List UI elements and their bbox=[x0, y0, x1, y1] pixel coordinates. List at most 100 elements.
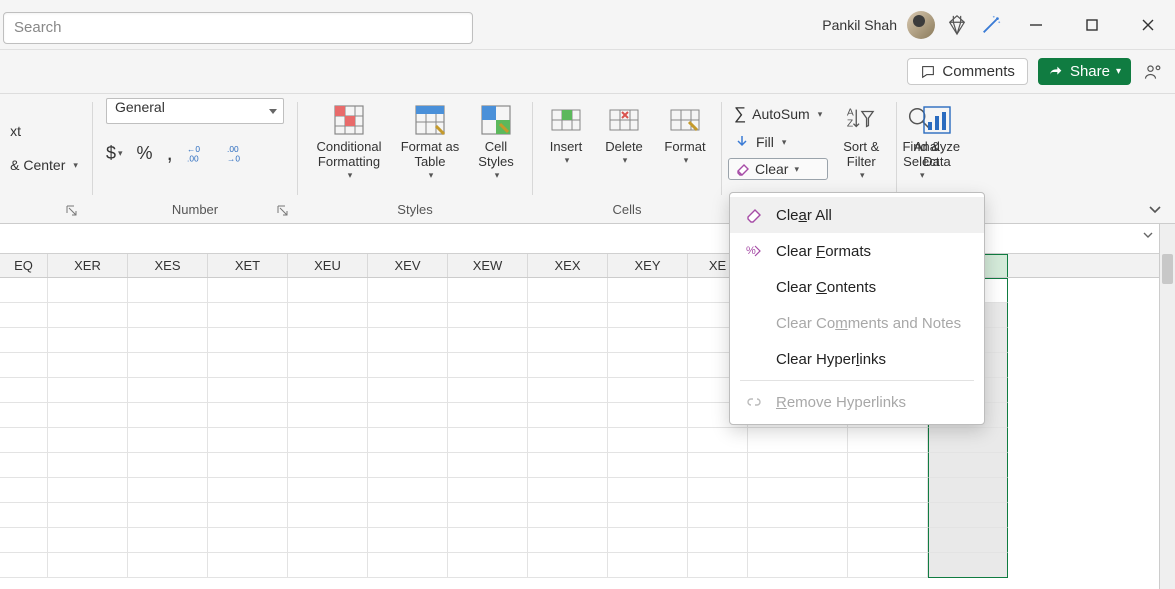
comments-button[interactable]: Comments bbox=[907, 58, 1028, 85]
cell[interactable] bbox=[0, 528, 48, 553]
insert-button[interactable]: Insert ▾ bbox=[541, 98, 591, 165]
cell[interactable] bbox=[208, 353, 288, 378]
cell[interactable] bbox=[368, 353, 448, 378]
cell[interactable] bbox=[208, 553, 288, 578]
cell[interactable] bbox=[128, 303, 208, 328]
cell[interactable] bbox=[928, 453, 1008, 478]
dialog-launcher-icon[interactable] bbox=[277, 205, 291, 219]
column-header[interactable]: XET bbox=[208, 254, 288, 277]
cell[interactable] bbox=[128, 353, 208, 378]
cell[interactable] bbox=[128, 328, 208, 353]
vertical-scrollbar[interactable] bbox=[1159, 224, 1175, 589]
comma-format-button[interactable]: , bbox=[167, 140, 173, 166]
number-format-select[interactable]: General bbox=[106, 98, 284, 124]
cell[interactable] bbox=[128, 428, 208, 453]
cell[interactable] bbox=[608, 278, 688, 303]
cell[interactable] bbox=[688, 553, 748, 578]
cell[interactable] bbox=[448, 553, 528, 578]
cell[interactable] bbox=[528, 478, 608, 503]
cell[interactable] bbox=[368, 428, 448, 453]
cell[interactable] bbox=[48, 428, 128, 453]
decrease-decimal-button[interactable]: .00→0 bbox=[227, 142, 253, 164]
minimize-button[interactable] bbox=[1013, 9, 1059, 41]
cell[interactable] bbox=[48, 453, 128, 478]
cell[interactable] bbox=[128, 553, 208, 578]
cell[interactable] bbox=[448, 378, 528, 403]
diamond-icon[interactable] bbox=[945, 13, 969, 37]
cell[interactable] bbox=[368, 328, 448, 353]
cell[interactable] bbox=[368, 278, 448, 303]
delete-button[interactable]: Delete ▾ bbox=[597, 98, 651, 165]
cell[interactable] bbox=[288, 278, 368, 303]
cell[interactable] bbox=[48, 328, 128, 353]
cell[interactable] bbox=[208, 378, 288, 403]
formula-bar[interactable] bbox=[0, 224, 1175, 254]
cell[interactable] bbox=[48, 528, 128, 553]
coauthor-icon[interactable] bbox=[1141, 60, 1165, 84]
cell[interactable] bbox=[748, 503, 848, 528]
wand-icon[interactable] bbox=[979, 13, 1003, 37]
cell[interactable] bbox=[688, 528, 748, 553]
cell[interactable] bbox=[288, 453, 368, 478]
cell[interactable] bbox=[448, 278, 528, 303]
cell[interactable] bbox=[688, 428, 748, 453]
cell[interactable] bbox=[928, 503, 1008, 528]
cell[interactable] bbox=[848, 503, 928, 528]
cell[interactable] bbox=[688, 478, 748, 503]
column-header[interactable]: XEW bbox=[448, 254, 528, 277]
cell[interactable] bbox=[528, 278, 608, 303]
cell[interactable] bbox=[448, 403, 528, 428]
cell[interactable] bbox=[208, 478, 288, 503]
cell[interactable] bbox=[528, 553, 608, 578]
collapse-ribbon-button[interactable] bbox=[1147, 201, 1163, 217]
conditional-formatting-button[interactable]: Conditional Formatting ▾ bbox=[306, 98, 392, 180]
column-header[interactable]: EQ bbox=[0, 254, 48, 277]
column-header[interactable]: XEX bbox=[528, 254, 608, 277]
cell[interactable] bbox=[208, 303, 288, 328]
cell[interactable] bbox=[0, 353, 48, 378]
cell[interactable] bbox=[928, 478, 1008, 503]
cell[interactable] bbox=[448, 503, 528, 528]
cell[interactable] bbox=[0, 428, 48, 453]
cell[interactable] bbox=[128, 503, 208, 528]
grid[interactable] bbox=[0, 278, 1175, 578]
cell[interactable] bbox=[368, 528, 448, 553]
cell[interactable] bbox=[48, 503, 128, 528]
cell[interactable] bbox=[128, 403, 208, 428]
expand-formula-bar-button[interactable] bbox=[1141, 228, 1155, 242]
clear-all-item[interactable]: Clear All bbox=[730, 197, 984, 233]
cell[interactable] bbox=[128, 378, 208, 403]
column-header[interactable]: XES bbox=[128, 254, 208, 277]
cell[interactable] bbox=[48, 478, 128, 503]
cell[interactable] bbox=[608, 453, 688, 478]
cell-styles-button[interactable]: Cell Styles ▾ bbox=[468, 98, 524, 180]
cell[interactable] bbox=[208, 428, 288, 453]
cell[interactable] bbox=[848, 453, 928, 478]
cell[interactable] bbox=[368, 303, 448, 328]
cell[interactable] bbox=[848, 428, 928, 453]
cell[interactable] bbox=[748, 453, 848, 478]
cell[interactable] bbox=[528, 428, 608, 453]
dialog-launcher-icon[interactable] bbox=[66, 205, 80, 219]
cell[interactable] bbox=[528, 453, 608, 478]
cell[interactable] bbox=[288, 503, 368, 528]
cell[interactable] bbox=[448, 303, 528, 328]
cell[interactable] bbox=[0, 378, 48, 403]
fill-button[interactable]: Fill ▾ bbox=[728, 132, 828, 152]
cell[interactable] bbox=[368, 453, 448, 478]
cell[interactable] bbox=[48, 303, 128, 328]
cell[interactable] bbox=[208, 453, 288, 478]
cell[interactable] bbox=[48, 353, 128, 378]
cell[interactable] bbox=[608, 328, 688, 353]
cell[interactable] bbox=[368, 378, 448, 403]
cell[interactable] bbox=[748, 478, 848, 503]
cell[interactable] bbox=[48, 378, 128, 403]
cell[interactable] bbox=[448, 453, 528, 478]
cell[interactable] bbox=[928, 428, 1008, 453]
cell[interactable] bbox=[928, 553, 1008, 578]
search-input[interactable]: Search bbox=[3, 12, 473, 44]
merge-center-button[interactable]: & Center ▾ bbox=[4, 155, 84, 175]
cell[interactable] bbox=[448, 478, 528, 503]
cell[interactable] bbox=[48, 278, 128, 303]
cell[interactable] bbox=[0, 553, 48, 578]
